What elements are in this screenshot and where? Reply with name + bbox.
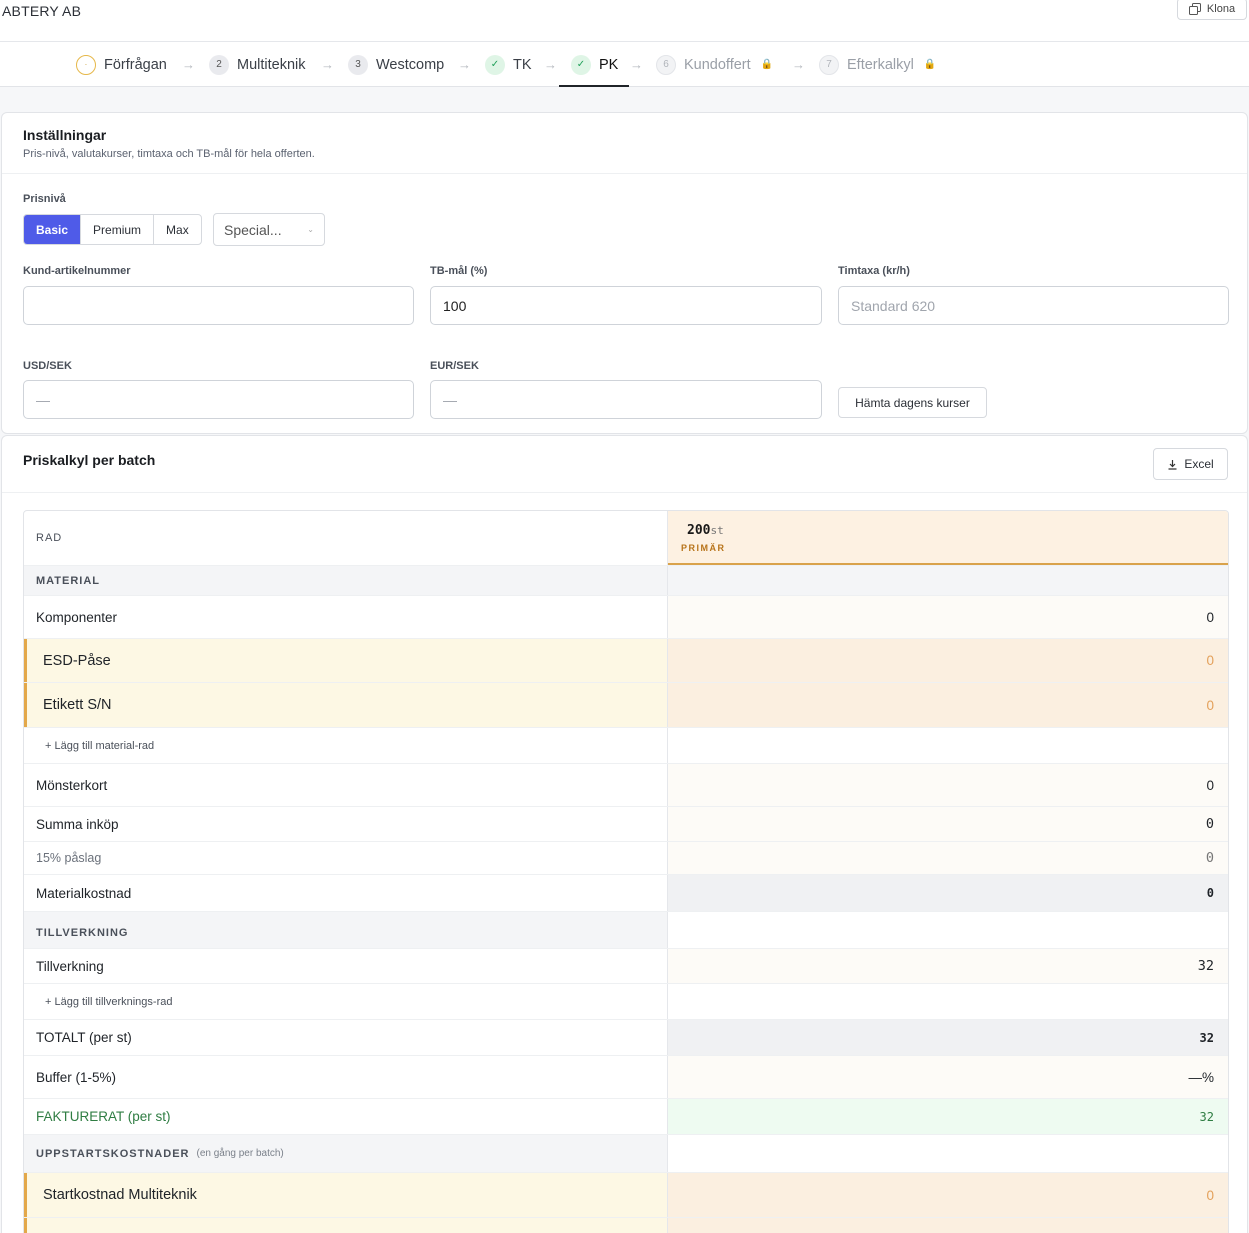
excel-button[interactable]: Excel [1153,448,1228,480]
pricing-card: Priskalkyl per batch Excel RAD 200st PRI… [1,435,1248,1233]
price-level-premium[interactable]: Premium [81,215,155,244]
primary-badge: PRIMÄR [681,543,726,553]
table-row-buffer: Buffer (1-5%) —% [24,1056,1228,1099]
table-row-startkostnad: Startkostnad Multiteknik 0 [24,1173,1228,1218]
add-material-row: + Lägg till material-rad [24,728,1228,764]
price-level-basic[interactable]: Basic [24,215,82,244]
copy-icon [1188,3,1201,15]
section-uppstart: UPPSTARTSKOSTNADER (en gång per batch) [24,1135,1228,1173]
tb-input[interactable]: 100 [430,286,822,325]
price-level-selector: Basic Premium Max [23,214,202,245]
step-westcomp[interactable]: 3 Westcomp [348,42,444,87]
special-select-value: Special... [224,221,282,238]
pricing-title: Priskalkyl per batch [23,452,156,468]
clone-button[interactable]: Klona [1177,0,1247,20]
step-number: 6 [656,54,676,75]
step-tk[interactable]: ✓ TK [485,42,532,87]
table-row-summa-inkop: Summa inköp 0 [24,807,1228,842]
tb-label: TB-mål (%) [430,265,488,277]
rate-input[interactable]: Standard 620 [838,286,1229,325]
table-row-komponenter: Komponenter 0 [24,596,1228,639]
price-level-label: Prisnivå [23,193,66,205]
check-icon: ✓ [571,54,591,75]
clone-label: Klona [1206,3,1236,15]
workflow-stepper: · Förfrågan → 2 Multiteknik → 3 Westcomp… [0,42,1249,87]
table-row-etikett: Etikett S/N 0 [24,683,1228,728]
arrow-right-icon: → [630,57,643,72]
arrow-right-icon: → [792,57,805,72]
pricing-table: RAD 200st PRIMÄR MATERIAL Komponenter 0 … [23,510,1229,1233]
step-label: Kundoffert [684,56,751,73]
company-name: ABTERY AB [2,3,82,19]
table-row-tillverkning: Tillverkning 32 [24,949,1228,984]
add-tillverkning-link[interactable]: + Lägg till tillverknings-rad [24,984,668,1019]
pricing-header: Priskalkyl per batch Excel [2,436,1247,493]
price-level-max[interactable]: Max [154,215,201,244]
excel-label: Excel [1184,457,1214,471]
section-tillverkning: TILLVERKNING [24,912,1228,949]
add-tillverkning-row: + Lägg till tillverknings-rad [24,984,1228,1020]
buffer-input[interactable]: —% [668,1056,1228,1098]
customer-article-input[interactable] [23,286,414,325]
step-efterkalkyl[interactable]: 7 Efterkalkyl 🔒 [819,42,936,87]
usd-label: USD/SEK [23,360,72,372]
step-label: PK [599,56,619,73]
step-label: Efterkalkyl [847,56,914,73]
table-row-fakturerat: FAKTURERAT (per st) 32 [24,1099,1228,1135]
arrow-right-icon: → [182,57,195,72]
eur-label: EUR/SEK [430,360,479,372]
table-row-materialkostnad: Materialkostnad 0 [24,875,1228,912]
table-row-next [24,1218,1228,1233]
step-forfragan[interactable]: · Förfrågan [76,42,167,87]
step-number: 7 [819,54,839,75]
eur-input[interactable]: — [430,380,822,419]
step-number: 3 [348,54,368,75]
table-row-esd: ESD-Påse 0 [24,639,1228,683]
lock-icon: 🔒 [923,59,937,70]
special-select[interactable]: Special... ⌄ [213,213,325,246]
pending-icon: · [76,54,96,75]
table-row-monsterkort: Mönsterkort 0 [24,764,1228,807]
step-pk[interactable]: ✓ PK [571,42,618,87]
step-label: Westcomp [376,56,445,73]
step-multiteknik[interactable]: 2 Multiteknik [209,42,306,87]
arrow-right-icon: → [321,57,334,72]
chevron-down-icon: ⌄ [307,225,314,234]
table-row-totalt: TOTALT (per st) 32 [24,1020,1228,1056]
settings-header: Inställningar Pris-nivå, valutakurser, t… [2,113,1247,174]
lock-icon: 🔒 [760,59,774,70]
settings-subtitle: Pris-nivå, valutakurser, timtaxa och TB-… [23,148,315,160]
arrow-right-icon: → [458,57,471,72]
col-header-batch[interactable]: 200st PRIMÄR [668,511,1228,565]
top-bar: ABTERY AB Klona [0,0,1249,42]
check-icon: ✓ [485,54,505,75]
step-label: TK [513,56,532,73]
arrow-right-icon: → [544,57,557,72]
usd-input[interactable]: — [23,380,414,419]
fetch-rates-button[interactable]: Hämta dagens kurser [838,387,987,418]
section-material: MATERIAL [24,566,1228,596]
download-icon [1168,459,1177,470]
table-row-paslag: 15% påslag 0 [24,842,1228,875]
col-header-row: RAD [24,511,668,565]
table-header-row: RAD 200st PRIMÄR [24,511,1228,566]
step-label: Förfrågan [104,56,167,73]
step-kundoffert[interactable]: 6 Kundoffert 🔒 [656,42,773,87]
fetch-rates-label: Hämta dagens kurser [855,395,970,410]
batch-quantity: 200st [687,523,724,538]
rate-label: Timtaxa (kr/h) [838,265,910,277]
active-step-underline [559,85,629,87]
step-label: Multiteknik [237,56,306,73]
settings-card: Inställningar Pris-nivå, valutakurser, t… [1,112,1248,434]
customer-article-label: Kund-artikelnummer [23,265,131,277]
step-number: 2 [209,54,229,75]
settings-title: Inställningar [23,127,107,143]
add-material-link[interactable]: + Lägg till material-rad [24,728,668,763]
